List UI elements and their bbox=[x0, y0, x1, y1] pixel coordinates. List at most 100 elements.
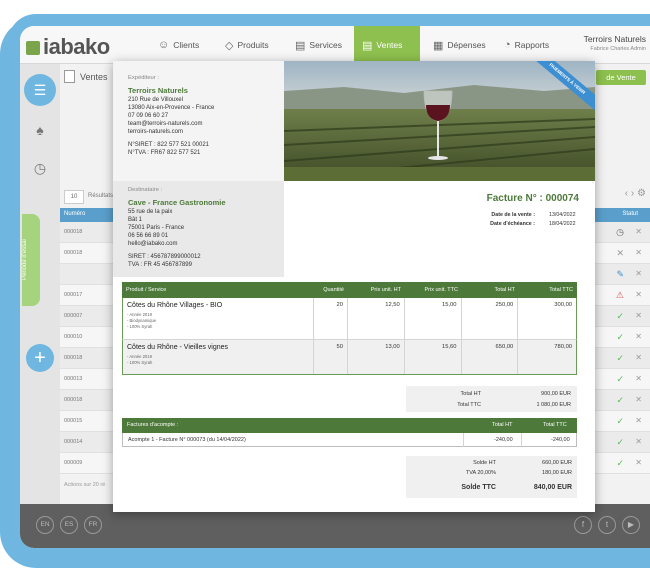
col-status: Statut bbox=[622, 211, 638, 217]
deposit-row-ttc: -240,00 bbox=[551, 437, 570, 443]
sender-tva: N°TVA : FR67 822 577 521 bbox=[128, 150, 201, 156]
row-number: 000014 bbox=[64, 439, 83, 445]
next-page-icon[interactable]: › bbox=[631, 188, 634, 199]
row-number: 000010 bbox=[64, 334, 83, 340]
nav-depenses[interactable]: ▦ Dépenses bbox=[425, 26, 494, 64]
header-product: Produit / Service bbox=[126, 287, 167, 293]
sale-date-label: Date de la vente : bbox=[491, 212, 535, 218]
app-logo[interactable]: iabako bbox=[26, 34, 110, 60]
header-pu-ht: Prix unit. HT bbox=[370, 287, 401, 293]
recipient-siret: SIRET : 456787899000012 bbox=[128, 254, 201, 260]
item-details: - Année 2019 - Biodynamique - 100% Syrah bbox=[127, 312, 309, 330]
notifications-button[interactable]: ♠ bbox=[24, 114, 56, 146]
menu-button[interactable]: ☰ bbox=[24, 74, 56, 106]
check-icon[interactable]: ✓ bbox=[616, 374, 624, 385]
solde-ttc-value: 840,00 EUR bbox=[533, 484, 572, 491]
user-menu[interactable]: Terroirs Naturels Fabrice Charles Admin bbox=[584, 34, 646, 52]
delete-icon[interactable]: ✕ bbox=[635, 437, 642, 446]
check-icon[interactable]: ✓ bbox=[616, 416, 624, 427]
item-pu-ht: 13,00 bbox=[348, 340, 405, 374]
sale-date-value: 13/04/2022 bbox=[549, 212, 576, 218]
delete-icon[interactable]: ✕ bbox=[635, 248, 642, 257]
deposit-header-label: Factures d'acompte : bbox=[127, 422, 179, 428]
due-date-label: Date d'échéance : bbox=[490, 221, 535, 227]
alert-icon[interactable]: ⚠ bbox=[616, 290, 624, 301]
check-icon[interactable]: ✓ bbox=[616, 458, 624, 469]
deposit-row-ht: -240,00 bbox=[494, 437, 513, 443]
solde-ht-value: 660,00 EUR bbox=[542, 460, 572, 466]
divider bbox=[521, 433, 522, 447]
twitter-icon[interactable]: t bbox=[598, 516, 616, 534]
recipient-line: 55 rue de la paix bbox=[128, 209, 173, 215]
invoice-title: Facture N° : 000074 bbox=[486, 193, 579, 204]
briefcase-icon: ▤ bbox=[295, 39, 306, 52]
sender-address: 210 Rue de Villouxel 13080 Aix-en-Proven… bbox=[128, 96, 269, 157]
totals-box: Total HT 900,00 EUR Total TTC 1 080,00 E… bbox=[406, 386, 577, 412]
history-button[interactable]: ◷ bbox=[24, 152, 56, 184]
delete-icon[interactable]: ✕ bbox=[635, 353, 642, 362]
divider bbox=[463, 433, 464, 447]
nav-ventes[interactable]: ▤ Ventes bbox=[354, 26, 420, 64]
gear-icon[interactable]: ⚙ bbox=[637, 188, 646, 199]
check-icon[interactable]: ✓ bbox=[616, 437, 624, 448]
tag-icon: ◇ bbox=[225, 39, 234, 52]
nav-clients[interactable]: ☺ Clients bbox=[150, 26, 207, 64]
table-row: Côtes du Rhône Villages - BIO - Année 20… bbox=[122, 298, 577, 340]
nav-services[interactable]: ▤ Services bbox=[287, 26, 350, 64]
page-size-select[interactable]: 10 bbox=[64, 190, 84, 204]
prev-page-icon[interactable]: ‹ bbox=[625, 188, 628, 199]
total-ht-label: Total HT bbox=[460, 391, 481, 397]
total-ttc-value: 1 080,00 EUR bbox=[536, 402, 571, 408]
item-description: Côtes du Rhône Villages - BIO - Année 20… bbox=[123, 298, 315, 339]
bell-icon: ♠ bbox=[36, 122, 44, 138]
lang-fr[interactable]: FR bbox=[84, 516, 102, 534]
delete-icon[interactable]: ✕ bbox=[635, 395, 642, 404]
vineyard-photo: PAIEMENTS À VENIR bbox=[284, 61, 595, 181]
item-total-ht: 650,00 bbox=[462, 340, 519, 374]
recipient-name: Cave - France Gastronomie bbox=[128, 198, 226, 207]
menu-icon: ☰ bbox=[33, 81, 47, 98]
recipient-label: Destinataire : bbox=[128, 187, 163, 193]
row-number: 000017 bbox=[64, 292, 83, 298]
delete-icon[interactable]: ✕ bbox=[635, 269, 642, 278]
nav-rapports[interactable]: ◔ Rapports bbox=[496, 26, 557, 64]
new-sale-button[interactable]: de Vente bbox=[596, 70, 646, 85]
delete-icon[interactable]: ✕ bbox=[635, 227, 642, 236]
user-name: Terroirs Naturels bbox=[583, 34, 646, 44]
delete-icon[interactable]: ✕ bbox=[635, 416, 642, 425]
item-details: - Année 2019 - 100% Syrah bbox=[127, 354, 309, 366]
add-button[interactable]: + bbox=[26, 344, 54, 372]
sender-line: 13080 Aix-en-Provence - France bbox=[128, 105, 215, 111]
item-detail: - 100% Syrah bbox=[127, 324, 153, 329]
nav-produits[interactable]: ◇ Produits bbox=[217, 26, 277, 64]
deposit-header-ttc: Total TTC bbox=[543, 422, 567, 428]
items-table-header: Produit / Service Quantité Prix unit. HT… bbox=[122, 282, 577, 298]
results-label: Résultats bbox=[88, 193, 114, 199]
item-name: Côtes du Rhône Villages - BIO bbox=[127, 302, 223, 309]
total-ttc-label: Total TTC bbox=[457, 402, 481, 408]
delete-icon[interactable]: ✕ bbox=[635, 311, 642, 320]
delete-icon[interactable]: ✕ bbox=[635, 332, 642, 341]
check-icon[interactable]: ✓ bbox=[616, 353, 624, 364]
delete-icon[interactable]: ✕ bbox=[635, 458, 642, 467]
device-frame: iabako ☺ Clients ◇ Produits ▤ Services ▤… bbox=[0, 0, 650, 568]
delete-icon[interactable]: ✕ bbox=[635, 374, 642, 383]
history-icon: ◷ bbox=[33, 159, 47, 176]
lang-en[interactable]: EN bbox=[36, 516, 54, 534]
col-number: Numéro bbox=[64, 211, 86, 217]
lang-es[interactable]: ES bbox=[60, 516, 78, 534]
check-icon[interactable]: ✓ bbox=[616, 395, 624, 406]
check-icon[interactable]: ✓ bbox=[616, 332, 624, 343]
check-icon[interactable]: ✓ bbox=[616, 311, 624, 322]
pie-chart-icon: ◔ bbox=[504, 39, 511, 51]
close-icon[interactable]: ✕ bbox=[616, 248, 624, 259]
delete-icon[interactable]: ✕ bbox=[635, 290, 642, 299]
item-name: Côtes du Rhône - Vieilles vignes bbox=[127, 344, 229, 351]
recipient-block: Destinataire : Cave - France Gastronomie… bbox=[113, 181, 284, 277]
clock-icon[interactable]: ◷ bbox=[616, 227, 624, 238]
youtube-icon[interactable]: ▶ bbox=[622, 516, 640, 534]
facebook-icon[interactable]: f bbox=[574, 516, 592, 534]
left-rail: ☰ ♠ ◷ Période d'essai + bbox=[20, 64, 60, 504]
pagination[interactable]: ‹ › ⚙ bbox=[625, 188, 646, 199]
edit-icon[interactable]: ✎ bbox=[616, 269, 624, 280]
